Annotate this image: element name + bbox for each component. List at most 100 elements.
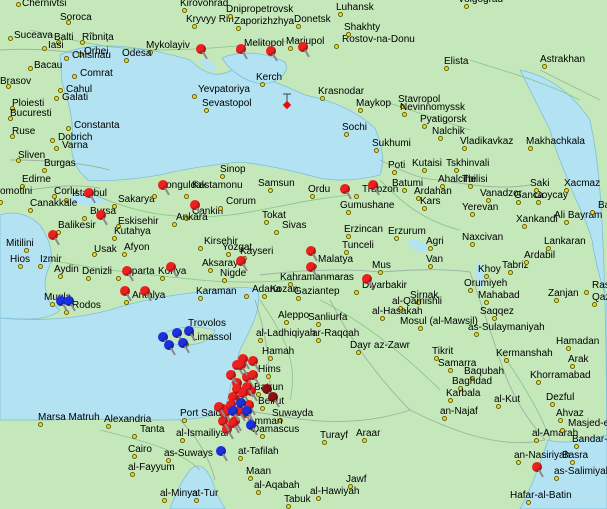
city-dot — [116, 276, 121, 281]
map-pin-red[interactable] — [140, 286, 154, 302]
city-dot — [124, 58, 129, 63]
city-dot — [184, 194, 189, 199]
city-dot — [536, 380, 541, 385]
pin-needle — [234, 413, 240, 422]
map-pin-red[interactable] — [158, 180, 172, 196]
city-dot — [584, 290, 589, 295]
city-dot — [78, 52, 83, 57]
map-pin-red[interactable] — [96, 210, 110, 226]
city-dot — [228, 14, 233, 19]
map-pin-blue[interactable] — [216, 446, 230, 462]
pin-needle — [252, 427, 258, 436]
city-dot — [358, 108, 363, 113]
pin-needle — [164, 187, 170, 196]
city-dot — [524, 260, 529, 265]
city-dot — [448, 368, 453, 373]
map-pin-red[interactable] — [532, 462, 546, 478]
map-pin-blue[interactable] — [246, 420, 260, 436]
city-dot — [550, 402, 555, 407]
city-dot — [422, 206, 427, 211]
map-pin-red[interactable] — [122, 266, 136, 282]
city-dot — [348, 484, 353, 489]
city-dot — [160, 276, 165, 281]
pin-needle — [346, 191, 352, 200]
city-dot — [468, 184, 473, 189]
city-dot — [266, 374, 271, 379]
city-dot — [444, 66, 449, 71]
city-dot — [316, 496, 321, 501]
city-dot — [470, 212, 475, 217]
map-pin-red[interactable] — [196, 44, 210, 60]
map-pin-blue[interactable] — [64, 296, 78, 312]
map-pin-blue[interactable] — [178, 338, 192, 354]
city-dot — [80, 40, 85, 45]
city-dot — [66, 20, 71, 25]
city-dot — [248, 476, 253, 481]
map-pin-red[interactable] — [266, 46, 280, 62]
city-dot — [484, 300, 489, 305]
map-pin-red[interactable] — [306, 246, 320, 262]
map-pin-red[interactable] — [362, 274, 376, 290]
map-pin-red[interactable] — [236, 360, 250, 376]
map-pin-red[interactable] — [48, 230, 62, 246]
city-dot — [468, 288, 473, 293]
city-dot — [394, 236, 399, 241]
city-dot — [16, 158, 21, 163]
map-pin-red[interactable] — [236, 256, 250, 272]
city-dot — [28, 66, 33, 71]
city-dot — [428, 264, 433, 269]
city-dot — [54, 96, 59, 101]
map-pin-red[interactable] — [248, 370, 262, 386]
city-dot — [172, 222, 177, 227]
pin-needle — [312, 253, 318, 262]
city-dot — [260, 406, 265, 411]
city-dot — [278, 418, 283, 423]
city-dot — [590, 210, 595, 215]
city-dot — [20, 184, 25, 189]
city-dot — [218, 206, 223, 211]
city-dot — [402, 112, 407, 117]
city-dot — [440, 184, 445, 189]
map-pin-red[interactable] — [166, 262, 180, 278]
city-dot — [122, 252, 127, 257]
city-dot — [262, 294, 267, 299]
city-dot — [238, 456, 243, 461]
map-pin-red[interactable] — [368, 180, 382, 196]
city-dot — [400, 104, 405, 109]
pin-needle — [242, 367, 248, 376]
city-dot — [458, 386, 463, 391]
map-pin-darkred[interactable] — [268, 392, 282, 408]
road-marker-icon[interactable] — [282, 92, 292, 115]
city-dot — [546, 246, 551, 251]
map-pin-blue[interactable] — [228, 406, 242, 422]
map-pin-red[interactable] — [340, 184, 354, 200]
map-pin-red[interactable] — [298, 42, 312, 58]
pin-needle — [196, 207, 202, 216]
map-pin-blue[interactable] — [164, 340, 178, 356]
city-dot — [18, 264, 23, 269]
city-dot — [542, 64, 547, 69]
city-dot — [268, 188, 273, 193]
pin-needle — [368, 281, 374, 290]
city-dot — [52, 194, 57, 199]
map-pin-red[interactable] — [120, 286, 134, 302]
city-dot — [486, 198, 491, 203]
map-pin-red[interactable] — [214, 402, 228, 418]
city-dot — [402, 188, 407, 193]
map-pin-red[interactable] — [84, 188, 98, 204]
pin-needle — [222, 453, 228, 462]
map-view[interactable]: Chernivtsi Soroca Suceava Balti Rîbnița Iasi O… — [0, 0, 607, 509]
city-dot — [536, 200, 541, 205]
city-dot — [192, 24, 197, 29]
pin-needle — [126, 293, 132, 302]
city-dot — [288, 282, 293, 287]
map-pin-red[interactable] — [236, 44, 250, 60]
city-dot — [8, 36, 13, 41]
city-dot — [38, 264, 43, 269]
city-dot — [82, 216, 87, 221]
pin-needle — [272, 53, 278, 62]
map-pin-red[interactable] — [190, 200, 204, 216]
city-dot — [182, 8, 187, 13]
pin-needle — [274, 399, 280, 408]
map-pin-red[interactable] — [306, 262, 320, 278]
